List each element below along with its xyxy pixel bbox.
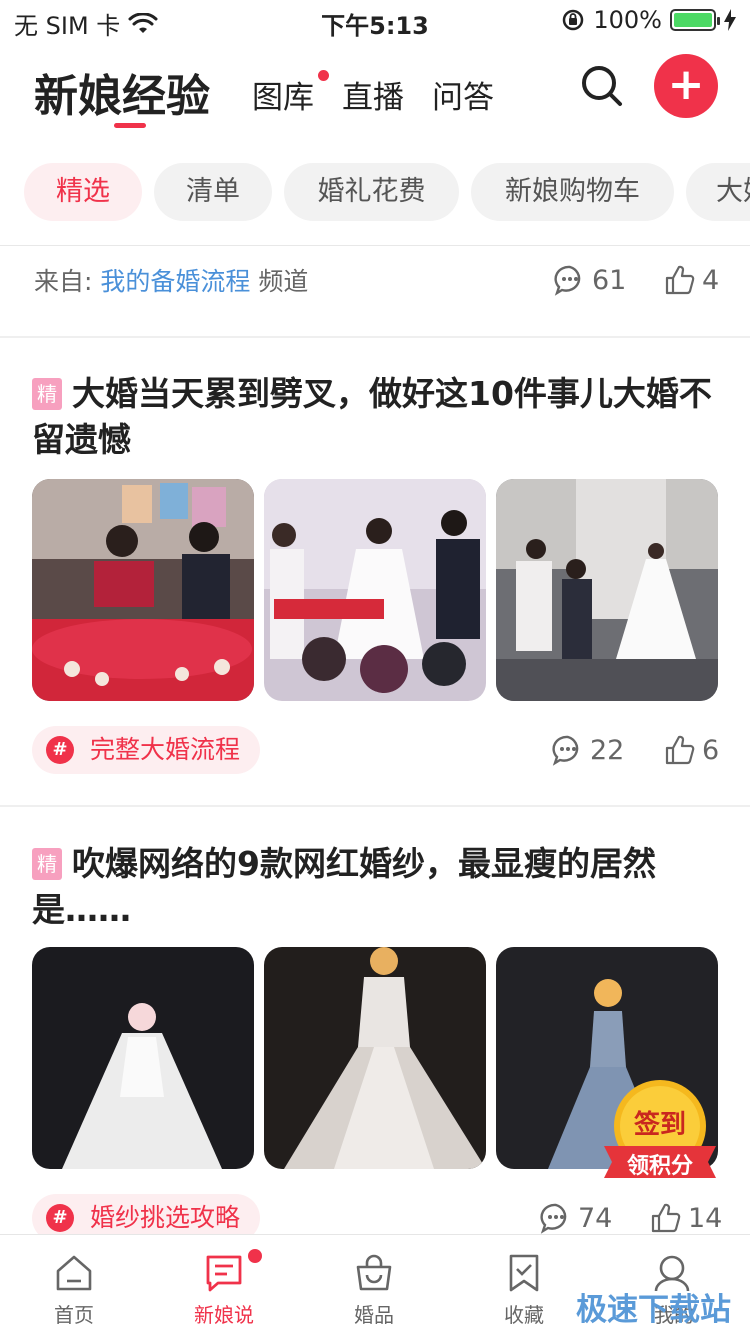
section-divider <box>0 805 750 807</box>
section-divider <box>0 336 750 338</box>
comment-icon <box>552 735 579 766</box>
wedding-photo-2[interactable] <box>264 479 486 701</box>
source-suffix: 频道 <box>258 267 309 296</box>
article-title-1[interactable]: 精大婚当天累到劈叉，做好这10件事儿大婚不留遗憾 <box>32 371 722 463</box>
status-bar: 无 SIM 卡 下午5:13 100% <box>0 0 750 40</box>
gallery-new-dot <box>318 70 329 81</box>
add-post-button[interactable]: + <box>654 54 718 118</box>
hashtag-icon: # <box>46 1204 74 1232</box>
active-tab-indicator <box>114 123 146 128</box>
comment-count-1[interactable]: 22 <box>552 734 624 766</box>
charging-icon <box>724 9 736 31</box>
bag-icon <box>356 1254 392 1291</box>
hashtag-icon: # <box>46 736 74 764</box>
article-title-2[interactable]: 精吹爆网络的9款网红婚纱，最显瘦的居然是…… <box>32 841 722 933</box>
tab-qa[interactable]: 问答 <box>432 72 494 117</box>
tabbar-favorites[interactable]: 收藏 <box>474 1253 574 1328</box>
home-icon <box>56 1255 92 1291</box>
divider <box>0 245 750 246</box>
tab-live[interactable]: 直播 <box>342 72 404 117</box>
tab-gallery[interactable]: 图库 <box>252 72 314 117</box>
like-count-0[interactable]: 4 <box>664 264 719 296</box>
battery-icon <box>670 9 720 31</box>
comment-count-2[interactable]: 74 <box>540 1202 612 1234</box>
header: 新娘经验 图库 直播 问答 + <box>0 52 750 132</box>
battery-percent: 100% <box>593 6 662 34</box>
thumbs-up-icon <box>651 1203 681 1233</box>
chip-featured[interactable]: 精选 <box>24 163 142 221</box>
chip-bride-cart[interactable]: 新娘购物车 <box>471 163 674 221</box>
featured-badge: 精 <box>32 378 62 410</box>
like-count-2[interactable]: 14 <box>650 1202 722 1234</box>
tabbar-bride-talk[interactable]: 新娘说 <box>174 1253 274 1328</box>
orientation-lock-icon <box>563 9 584 31</box>
thumbs-up-icon <box>665 265 695 295</box>
earn-points-label: 领积分 <box>626 1154 693 1179</box>
wedding-dress-photo-2[interactable] <box>264 947 486 1169</box>
category-chips: 精选 清单 婚礼花费 新娘购物车 大婚 <box>0 160 750 224</box>
thumbs-up-icon <box>665 735 695 765</box>
wedding-photo-1[interactable] <box>32 479 254 701</box>
chat-icon <box>206 1255 242 1292</box>
wedding-photo-3[interactable] <box>496 479 718 701</box>
wedding-dress-photo-1[interactable] <box>32 947 254 1169</box>
featured-badge: 精 <box>32 848 62 880</box>
comment-count-0[interactable]: 61 <box>554 264 626 296</box>
chip-wedding-cost[interactable]: 婚礼花费 <box>284 163 459 221</box>
source-row: 来自: 我的备婚流程 频道 <box>34 262 308 298</box>
watermark-text: 极速下载站 <box>576 1292 731 1328</box>
page-title[interactable]: 新娘经验 <box>34 60 210 124</box>
comment-icon <box>540 1203 567 1234</box>
source-prefix: 来自: <box>34 267 93 296</box>
bride-talk-new-dot <box>248 1249 262 1263</box>
bookmark-icon <box>509 1254 539 1292</box>
like-count-1[interactable]: 6 <box>664 734 719 766</box>
sign-in-label: 签到 <box>633 1110 686 1140</box>
topic-tag-1[interactable]: # 完整大婚流程 <box>32 726 261 774</box>
article-images-1 <box>32 479 718 701</box>
tabbar-home[interactable]: 首页 <box>24 1253 124 1328</box>
chip-wedding[interactable]: 大婚 <box>686 163 750 221</box>
comment-icon <box>554 265 581 296</box>
source-channel-link[interactable]: 我的备婚流程 <box>100 267 250 296</box>
chip-checklist[interactable]: 清单 <box>154 163 272 221</box>
sign-in-reward-badge[interactable]: 签到 领积分 <box>598 1080 722 1192</box>
search-icon[interactable] <box>578 62 626 110</box>
tabbar-products[interactable]: 婚品 <box>324 1253 424 1328</box>
